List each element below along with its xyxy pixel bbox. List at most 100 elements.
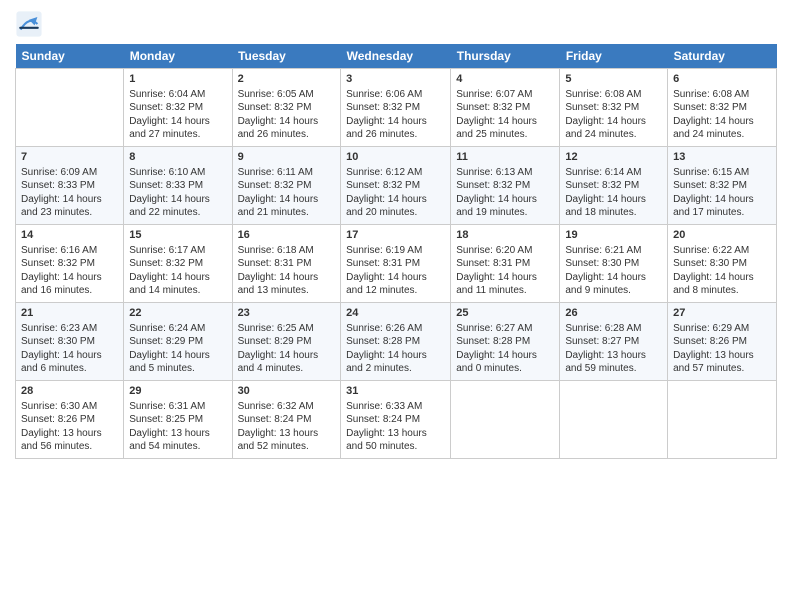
- day-number: 29: [129, 384, 226, 399]
- day-number: 15: [129, 228, 226, 243]
- cell-content: Sunrise: 6:22 AM: [673, 244, 771, 258]
- cell-content: Daylight: 14 hours: [565, 193, 662, 207]
- calendar-cell: 2Sunrise: 6:05 AMSunset: 8:32 PMDaylight…: [232, 69, 341, 147]
- cell-content: Sunset: 8:32 PM: [238, 101, 336, 115]
- header-row: SundayMondayTuesdayWednesdayThursdayFrid…: [16, 44, 777, 69]
- cell-content: Sunrise: 6:15 AM: [673, 166, 771, 180]
- cell-content: Sunset: 8:33 PM: [129, 179, 226, 193]
- cell-content: Daylight: 14 hours: [21, 193, 118, 207]
- cell-content: and 4 minutes.: [238, 362, 336, 376]
- calendar-cell: [451, 381, 560, 459]
- cell-content: Sunrise: 6:08 AM: [673, 88, 771, 102]
- cell-content: and 56 minutes.: [21, 440, 118, 454]
- cell-content: Daylight: 14 hours: [565, 271, 662, 285]
- calendar-cell: 28Sunrise: 6:30 AMSunset: 8:26 PMDayligh…: [16, 381, 124, 459]
- calendar-cell: 15Sunrise: 6:17 AMSunset: 8:32 PMDayligh…: [124, 225, 232, 303]
- day-number: 26: [565, 306, 662, 321]
- cell-content: and 13 minutes.: [238, 284, 336, 298]
- cell-content: and 57 minutes.: [673, 362, 771, 376]
- cell-content: Sunset: 8:32 PM: [673, 179, 771, 193]
- cell-content: Sunset: 8:26 PM: [21, 413, 118, 427]
- day-number: 24: [346, 306, 445, 321]
- cell-content: Daylight: 14 hours: [456, 115, 554, 129]
- week-row-3: 21Sunrise: 6:23 AMSunset: 8:30 PMDayligh…: [16, 303, 777, 381]
- cell-content: Daylight: 14 hours: [673, 115, 771, 129]
- calendar-cell: 25Sunrise: 6:27 AMSunset: 8:28 PMDayligh…: [451, 303, 560, 381]
- cell-content: Daylight: 13 hours: [21, 427, 118, 441]
- day-number: 13: [673, 150, 771, 165]
- day-number: 20: [673, 228, 771, 243]
- cell-content: Daylight: 13 hours: [238, 427, 336, 441]
- calendar-cell: 27Sunrise: 6:29 AMSunset: 8:26 PMDayligh…: [668, 303, 777, 381]
- cell-content: and 0 minutes.: [456, 362, 554, 376]
- cell-content: Sunrise: 6:20 AM: [456, 244, 554, 258]
- cell-content: Sunset: 8:24 PM: [238, 413, 336, 427]
- cell-content: Sunrise: 6:10 AM: [129, 166, 226, 180]
- cell-content: and 21 minutes.: [238, 206, 336, 220]
- header-monday: Monday: [124, 44, 232, 69]
- day-number: 14: [21, 228, 118, 243]
- day-number: 17: [346, 228, 445, 243]
- cell-content: Daylight: 14 hours: [238, 349, 336, 363]
- page-container: SundayMondayTuesdayWednesdayThursdayFrid…: [0, 0, 792, 464]
- cell-content: Sunrise: 6:32 AM: [238, 400, 336, 414]
- cell-content: Sunset: 8:32 PM: [21, 257, 118, 271]
- calendar-cell: 7Sunrise: 6:09 AMSunset: 8:33 PMDaylight…: [16, 147, 124, 225]
- cell-content: Daylight: 14 hours: [129, 115, 226, 129]
- cell-content: Daylight: 13 hours: [673, 349, 771, 363]
- cell-content: Sunset: 8:27 PM: [565, 335, 662, 349]
- cell-content: Sunrise: 6:13 AM: [456, 166, 554, 180]
- cell-content: and 24 minutes.: [673, 128, 771, 142]
- cell-content: Sunset: 8:32 PM: [129, 101, 226, 115]
- calendar-cell: 31Sunrise: 6:33 AMSunset: 8:24 PMDayligh…: [341, 381, 451, 459]
- day-number: 19: [565, 228, 662, 243]
- cell-content: Sunset: 8:32 PM: [129, 257, 226, 271]
- cell-content: and 23 minutes.: [21, 206, 118, 220]
- cell-content: Daylight: 14 hours: [21, 349, 118, 363]
- cell-content: and 22 minutes.: [129, 206, 226, 220]
- day-number: 3: [346, 72, 445, 87]
- day-number: 30: [238, 384, 336, 399]
- calendar-cell: 30Sunrise: 6:32 AMSunset: 8:24 PMDayligh…: [232, 381, 341, 459]
- cell-content: Sunrise: 6:33 AM: [346, 400, 445, 414]
- cell-content: Sunset: 8:32 PM: [346, 101, 445, 115]
- day-number: 31: [346, 384, 445, 399]
- calendar-cell: 6Sunrise: 6:08 AMSunset: 8:32 PMDaylight…: [668, 69, 777, 147]
- cell-content: Sunset: 8:33 PM: [21, 179, 118, 193]
- cell-content: and 19 minutes.: [456, 206, 554, 220]
- calendar-cell: 10Sunrise: 6:12 AMSunset: 8:32 PMDayligh…: [341, 147, 451, 225]
- cell-content: Daylight: 13 hours: [129, 427, 226, 441]
- cell-content: Daylight: 14 hours: [346, 115, 445, 129]
- day-number: 22: [129, 306, 226, 321]
- cell-content: Daylight: 14 hours: [238, 115, 336, 129]
- day-number: 16: [238, 228, 336, 243]
- calendar-cell: [560, 381, 668, 459]
- cell-content: and 12 minutes.: [346, 284, 445, 298]
- cell-content: and 14 minutes.: [129, 284, 226, 298]
- cell-content: Sunset: 8:28 PM: [346, 335, 445, 349]
- cell-content: and 24 minutes.: [565, 128, 662, 142]
- calendar-cell: 18Sunrise: 6:20 AMSunset: 8:31 PMDayligh…: [451, 225, 560, 303]
- cell-content: Sunrise: 6:24 AM: [129, 322, 226, 336]
- cell-content: Daylight: 13 hours: [346, 427, 445, 441]
- day-number: 10: [346, 150, 445, 165]
- day-number: 27: [673, 306, 771, 321]
- calendar-cell: 12Sunrise: 6:14 AMSunset: 8:32 PMDayligh…: [560, 147, 668, 225]
- cell-content: Sunrise: 6:16 AM: [21, 244, 118, 258]
- cell-content: Daylight: 14 hours: [21, 271, 118, 285]
- cell-content: Daylight: 14 hours: [129, 349, 226, 363]
- calendar-cell: 11Sunrise: 6:13 AMSunset: 8:32 PMDayligh…: [451, 147, 560, 225]
- cell-content: and 52 minutes.: [238, 440, 336, 454]
- logo-icon: [15, 10, 43, 38]
- calendar-cell: 13Sunrise: 6:15 AMSunset: 8:32 PMDayligh…: [668, 147, 777, 225]
- logo: [15, 10, 45, 38]
- cell-content: Sunset: 8:28 PM: [456, 335, 554, 349]
- cell-content: Sunrise: 6:17 AM: [129, 244, 226, 258]
- cell-content: Sunset: 8:29 PM: [129, 335, 226, 349]
- week-row-1: 7Sunrise: 6:09 AMSunset: 8:33 PMDaylight…: [16, 147, 777, 225]
- cell-content: Sunset: 8:32 PM: [565, 179, 662, 193]
- day-number: 7: [21, 150, 118, 165]
- cell-content: Daylight: 14 hours: [456, 349, 554, 363]
- calendar-cell: 3Sunrise: 6:06 AMSunset: 8:32 PMDaylight…: [341, 69, 451, 147]
- cell-content: and 11 minutes.: [456, 284, 554, 298]
